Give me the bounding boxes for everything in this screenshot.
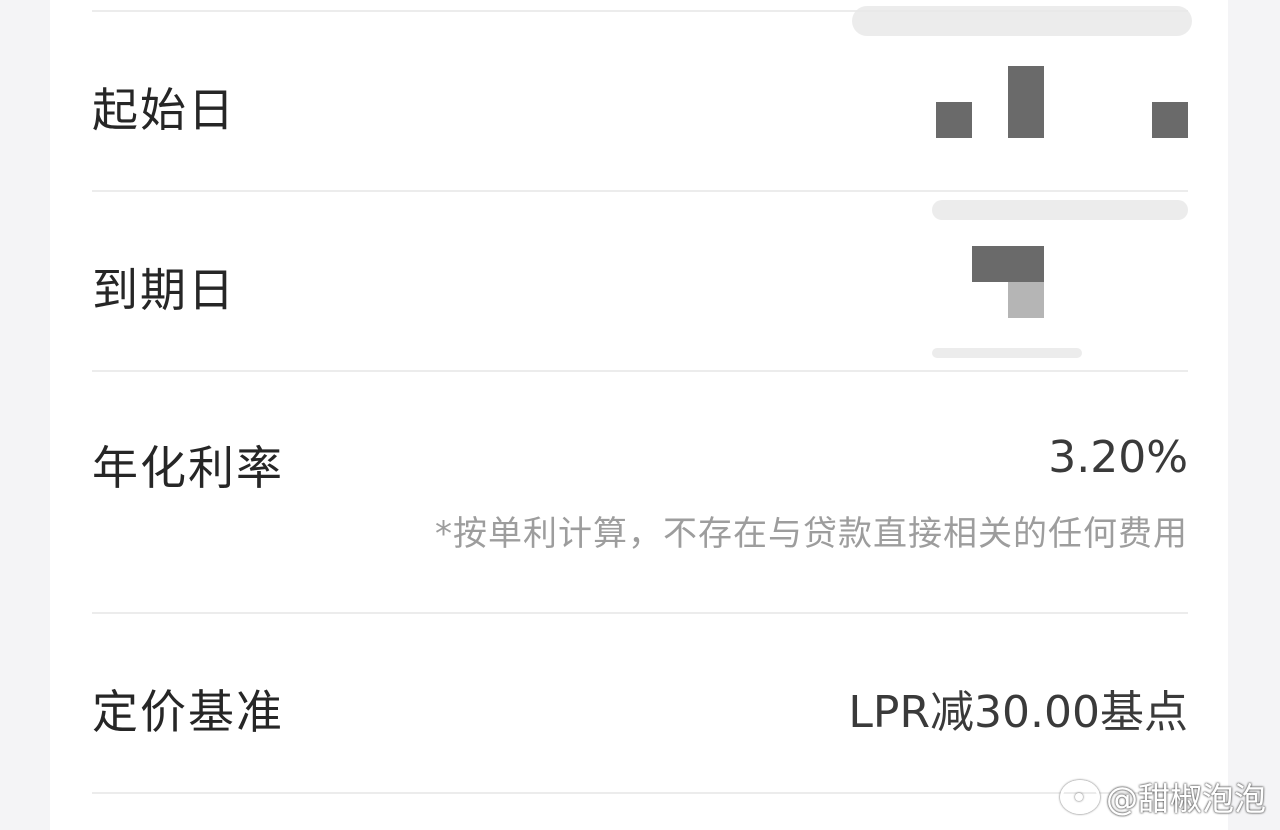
pricing-benchmark-label: 定价基准 [92, 685, 284, 739]
smudge-mark [932, 200, 1188, 220]
pricing-benchmark-value: LPR减30.00基点 [848, 687, 1188, 738]
divider [92, 792, 1188, 794]
watermark-text: @甜椒泡泡 [1105, 780, 1266, 818]
mosaic-block [972, 246, 1044, 282]
smudge-mark [852, 6, 1192, 36]
row-annual-rate: 年化利率 3.20% *按单利计算，不存在与贷款直接相关的任何费用 [92, 370, 1188, 612]
loan-detail-card: 起始日 到期日 年化利率 3.20% *按单利计算，不存在与贷款直接相关的任何费… [50, 0, 1228, 830]
due-date-label: 到期日 [92, 263, 236, 317]
row-pricing-benchmark: 定价基准 LPR减30.00基点 [92, 612, 1188, 792]
mosaic-block [936, 102, 972, 138]
watermark: @甜椒泡泡 [1059, 774, 1266, 820]
mosaic-block [1008, 66, 1044, 138]
annual-rate-value: 3.20% [1048, 432, 1188, 483]
smudge-mark [932, 348, 1082, 358]
row-start-date: 起始日 [92, 6, 1192, 190]
start-date-label: 起始日 [92, 83, 236, 137]
annual-rate-label: 年化利率 [92, 441, 284, 495]
mosaic-block [1152, 102, 1188, 138]
interest-note: *按单利计算，不存在与贷款直接相关的任何费用 [435, 514, 1188, 554]
row-due-date: 到期日 [92, 190, 1188, 370]
weibo-icon [1059, 780, 1100, 814]
mosaic-block [1008, 282, 1044, 318]
